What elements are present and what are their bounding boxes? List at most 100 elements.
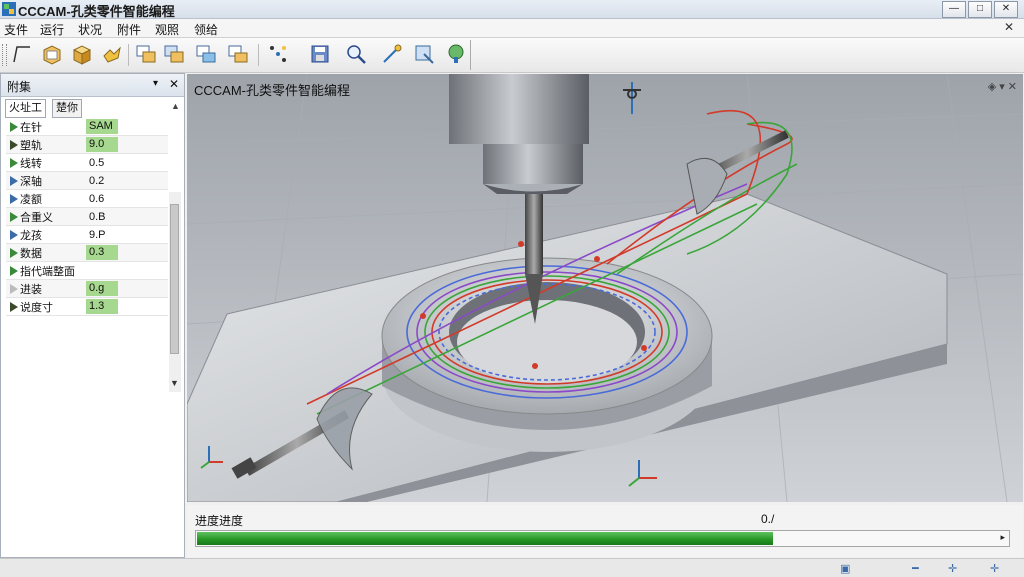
property-table: 在针 SAM 塑轨 9.0 线转 0.5 深轴 0.2 凌额 0.6 合重义 0.B 龙孩 9.P 数据 0.…	[6, 118, 168, 316]
hand-tool-icon[interactable]	[100, 42, 124, 66]
scene-canvas	[187, 74, 1023, 502]
progress-value: 0./	[761, 512, 775, 526]
property-value[interactable]: SAM	[86, 119, 118, 134]
app-logo-icon	[2, 2, 16, 16]
open-box-icon[interactable]	[40, 42, 64, 66]
window-title: CCCAM-孔类零件智能编程	[18, 4, 175, 19]
property-value[interactable]: 0.3	[86, 245, 118, 260]
viewport-controls[interactable]: ◈ ▾ ✕	[988, 80, 1017, 93]
property-row[interactable]: 进装 0.g	[6, 279, 168, 298]
tree-icon[interactable]	[444, 42, 468, 66]
viewport-title: CCCAM-孔类零件智能编程	[194, 83, 350, 98]
layer-icon-1[interactable]	[134, 42, 158, 66]
solid-box-icon[interactable]	[70, 42, 94, 66]
main-toolbar	[0, 38, 1024, 73]
expand-arrow-icon[interactable]	[10, 301, 18, 312]
property-value[interactable]: 9.P	[86, 229, 106, 241]
toolbar-separator	[258, 44, 259, 66]
panel-close-icon[interactable]: ✕	[169, 77, 179, 91]
progress-arrow-icon[interactable]: ▸	[1000, 532, 1005, 543]
panel-scrollbar[interactable]: ▼	[169, 192, 181, 392]
property-row[interactable]: 指代端整面	[6, 261, 168, 280]
toolbar-end-divider	[470, 40, 471, 70]
tab-2[interactable]: 楚你	[52, 99, 82, 118]
property-row[interactable]: 凌额 0.6	[6, 189, 168, 208]
progress-label: 进度进度	[195, 514, 244, 528]
scrollbar-thumb[interactable]	[170, 204, 179, 354]
property-value[interactable]	[86, 265, 89, 277]
expand-arrow-icon[interactable]	[10, 121, 18, 132]
property-row[interactable]: 线转 0.5	[6, 153, 168, 172]
property-row[interactable]: 说度寸 1.3	[6, 297, 168, 316]
close-button[interactable]: ✕	[994, 1, 1018, 18]
line-tool-icon[interactable]	[10, 42, 34, 66]
zoom-icon[interactable]	[344, 42, 368, 66]
progress-section: 进度进度 0./ ▸	[187, 505, 1023, 557]
property-label: 指代端整面	[20, 265, 75, 278]
menu-bar: 支件 运行 状况 附件 观照 领给 ✕	[0, 19, 1024, 38]
property-row[interactable]: 数据 0.3	[6, 243, 168, 262]
save-icon[interactable]	[308, 42, 332, 66]
property-row[interactable]: 在针 SAM	[6, 118, 168, 136]
expand-arrow-icon[interactable]	[10, 175, 18, 186]
menu-item-2[interactable]: 运行	[40, 21, 64, 38]
frame-icon[interactable]	[412, 42, 436, 66]
layer-icon-4[interactable]	[226, 42, 250, 66]
property-label: 在针	[20, 121, 42, 134]
property-value[interactable]: 0.B	[86, 211, 106, 223]
property-label: 塑轨	[20, 139, 42, 152]
property-value[interactable]: 9.0	[86, 137, 118, 152]
status-grid-icon[interactable]: ▣	[840, 562, 850, 575]
menu-item-3[interactable]: 状况	[78, 21, 102, 38]
tab-scroll-up-icon[interactable]: ▲	[171, 101, 180, 111]
property-row[interactable]: 龙孩 9.P	[6, 225, 168, 244]
expand-arrow-icon[interactable]	[10, 283, 18, 294]
property-label: 进装	[20, 283, 42, 296]
probe-icon[interactable]	[380, 42, 404, 66]
menu-item-6[interactable]: 领给	[194, 21, 218, 38]
expand-arrow-icon[interactable]	[10, 139, 18, 150]
toolbar-grip[interactable]	[2, 44, 7, 66]
property-value[interactable]: 0.2	[86, 175, 104, 187]
status-cross-icon[interactable]: ✛	[948, 562, 957, 575]
menu-item-4[interactable]: 附件	[117, 21, 141, 38]
layer-icon-2[interactable]	[162, 42, 186, 66]
minimize-button[interactable]: —	[942, 1, 966, 18]
expand-arrow-icon[interactable]	[10, 193, 18, 204]
property-value[interactable]: 0.6	[86, 193, 104, 205]
expand-arrow-icon[interactable]	[10, 229, 18, 240]
menu-item-1[interactable]: 支件	[4, 21, 28, 38]
property-value[interactable]: 0.g	[86, 281, 118, 296]
expand-arrow-icon[interactable]	[10, 265, 18, 276]
points-icon[interactable]	[266, 42, 290, 66]
property-label: 说度寸	[20, 301, 53, 314]
toolbar-separator	[128, 44, 129, 66]
progress-fill	[197, 532, 773, 545]
property-row[interactable]: 塑轨 9.0	[6, 135, 168, 154]
progress-bar: ▸	[195, 530, 1010, 547]
expand-arrow-icon[interactable]	[10, 247, 18, 258]
expand-arrow-icon[interactable]	[10, 157, 18, 168]
property-value[interactable]: 1.3	[86, 299, 118, 314]
property-row[interactable]: 深轴 0.2	[6, 171, 168, 190]
status-line-icon[interactable]: ━	[912, 562, 919, 575]
maximize-button[interactable]: □	[968, 1, 992, 18]
panel-title: 附集	[7, 80, 32, 94]
panel-pin-icon[interactable]: ▾	[153, 78, 158, 89]
machining-viewport[interactable]: CCCAM-孔类零件智能编程 ◈ ▾ ✕	[187, 74, 1023, 502]
status-bar: ▣ ━ ✛ ✛	[0, 558, 1024, 577]
layer-icon-3[interactable]	[194, 42, 218, 66]
property-label: 龙孩	[20, 229, 42, 242]
scroll-down-icon[interactable]: ▼	[170, 378, 179, 388]
property-label: 合重义	[20, 211, 53, 224]
expand-arrow-icon[interactable]	[10, 211, 18, 222]
panel-header: 附集 ▾ ✕	[1, 74, 184, 97]
property-label: 线转	[20, 157, 42, 170]
tab-1[interactable]: 火址工	[5, 99, 46, 118]
menu-item-5[interactable]: 观照	[155, 21, 179, 38]
property-value[interactable]: 0.5	[86, 157, 104, 169]
property-row[interactable]: 合重义 0.B	[6, 207, 168, 226]
status-cross-icon-2[interactable]: ✛	[990, 562, 999, 575]
menu-close-icon[interactable]: ✕	[1004, 20, 1014, 34]
properties-panel: 附集 ▾ ✕ 火址工 楚你 ▲ 在针 SAM 塑轨 9.0 线转 0.5 深轴 0.2 凌额 0.…	[0, 73, 185, 558]
